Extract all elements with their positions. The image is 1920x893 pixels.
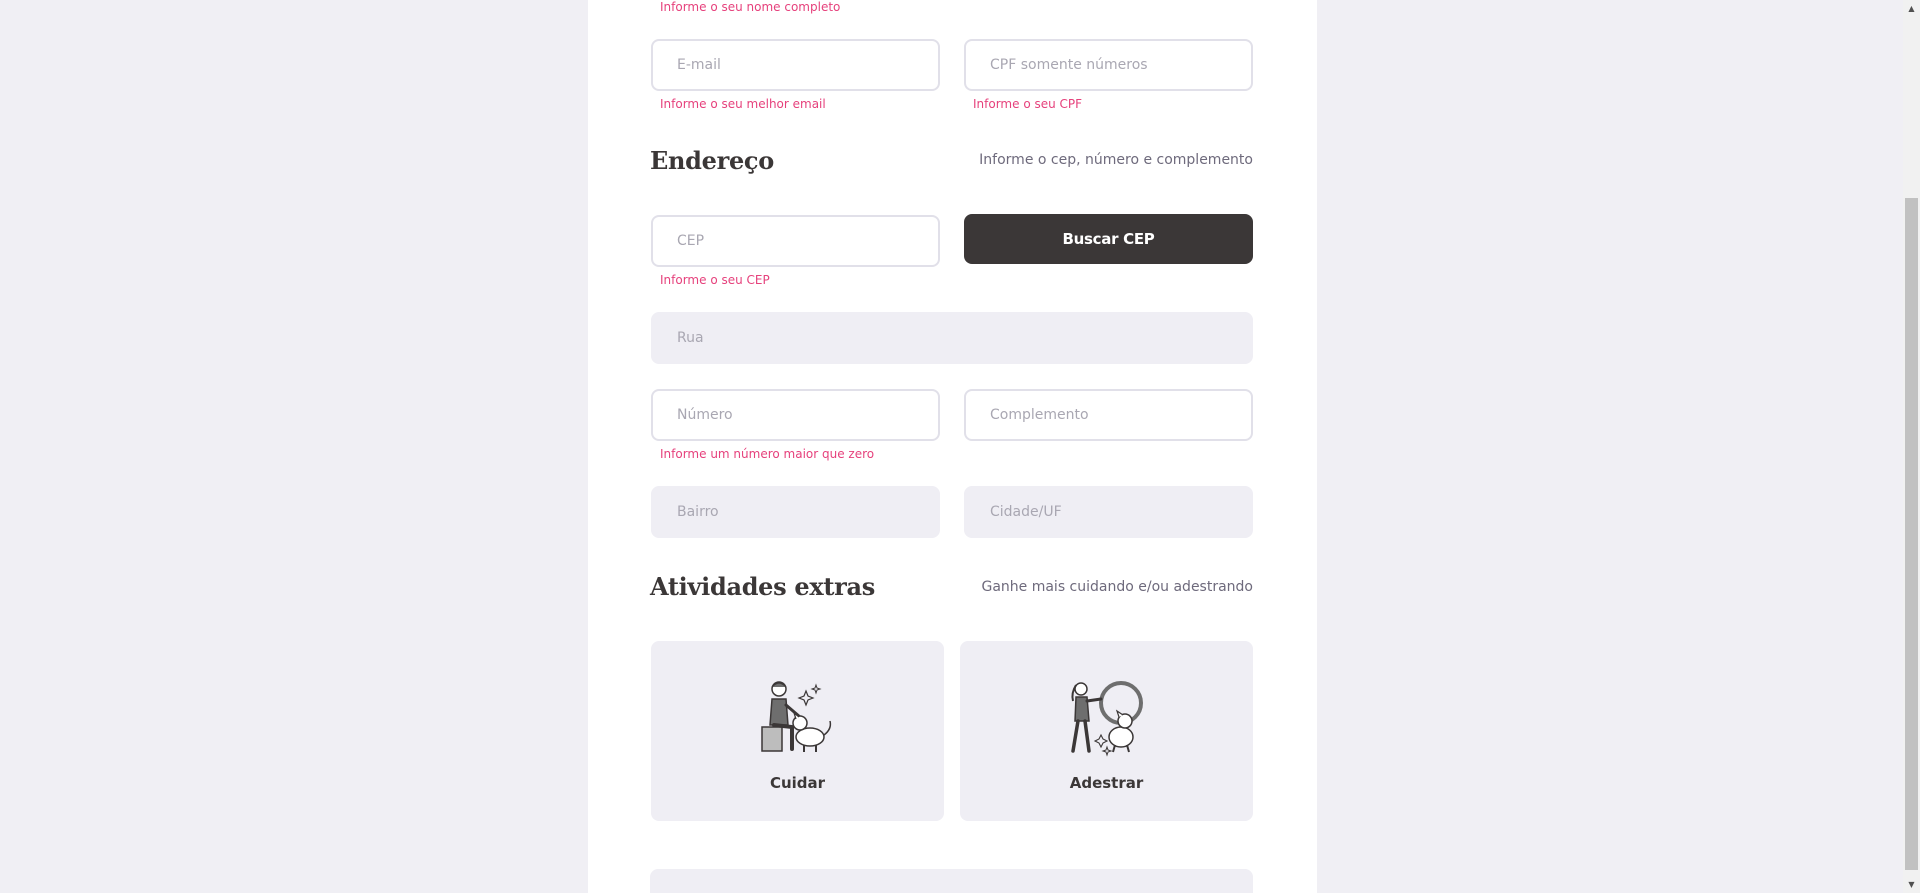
activity-label: Cuidar [769,774,826,792]
number-field[interactable] [651,389,940,441]
number-error: Informe um número maior que zero [660,447,875,461]
search-cep-button[interactable]: Buscar CEP [964,214,1253,264]
activities-hint: Ganhe mais cuidando e/ou adestrando [981,579,1253,595]
complement-field[interactable] [964,389,1253,441]
pet-care-icon [761,681,832,752]
scroll-up-arrow-icon[interactable]: ▲ [1903,0,1920,17]
pet-training-icon [1071,681,1143,757]
activity-card-training[interactable]: Adestrar [960,641,1253,821]
street-field [651,312,1253,364]
email-field[interactable] [651,39,940,91]
activity-label: Adestrar [1069,774,1144,792]
scrollbar[interactable]: ▲ ▼ [1903,0,1920,893]
activities-title: Atividades extras [650,572,875,601]
scrollbar-thumb[interactable] [1905,198,1918,870]
address-hint: Informe o cep, número e complemento [979,152,1253,168]
district-field [651,486,940,538]
cep-error: Informe o seu CEP [660,273,770,287]
next-section-card [650,869,1253,893]
cpf-error: Informe o seu CPF [973,97,1083,111]
name-error: Informe o seu nome completo [660,0,841,14]
email-error: Informe o seu melhor email [660,97,826,111]
scroll-down-arrow-icon[interactable]: ▼ [1903,876,1920,893]
city-field [964,486,1253,538]
page: Informe o seu nome completo Informe o se… [0,0,1920,893]
cep-field[interactable] [651,215,940,267]
activity-card-care[interactable]: Cuidar [651,641,944,821]
address-title: Endereço [650,146,774,175]
cpf-field[interactable] [964,39,1253,91]
